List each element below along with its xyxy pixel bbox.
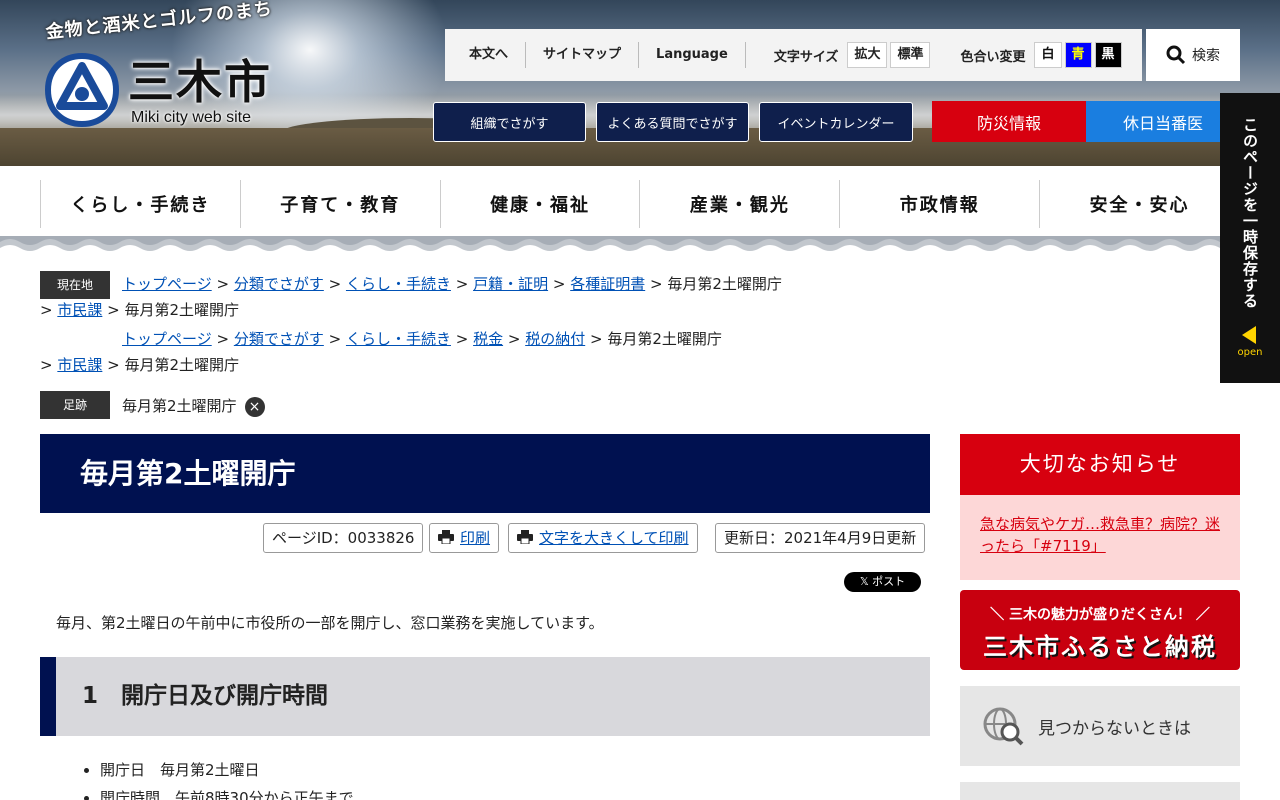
utility-bar: 本文へ サイトマップ Language 文字サイズ 拡大 標準 色合い変更 白 … (445, 29, 1142, 81)
language-link[interactable]: Language (639, 42, 746, 68)
printer-icon (438, 530, 454, 545)
x-logo-icon: 𝕏 (859, 575, 873, 588)
print-link[interactable]: 印刷 (460, 529, 490, 547)
font-size-label: 文字サイズ (773, 49, 839, 65)
furusato-sub: ＼ 三木の魅力が盛りだくさん！ ／ (990, 607, 1210, 623)
important-notice-heading: 大切なお知らせ (960, 434, 1240, 495)
color-blue-button[interactable]: 青 (1064, 42, 1092, 68)
crumb-citizens-section[interactable]: 市民課 (57, 356, 102, 374)
not-found-label: 見つからないときは (1038, 718, 1191, 739)
search-by-organization-button[interactable]: 組織でさがす (433, 102, 586, 142)
footprint-tag: 足跡 (40, 391, 110, 419)
crumb-current: 毎月第2土曜開庁 (124, 356, 240, 374)
hours-list: 開庁日 毎月第2土曜日 開庁時間 午前8時30分から正午まで (100, 756, 354, 800)
page-title: 毎月第2土曜開庁 (40, 434, 930, 513)
search-button[interactable]: 検索 (1146, 29, 1240, 81)
furusato-main: 三木市ふるさと納税 (983, 633, 1217, 661)
intro-text: 毎月、第2土曜日の午前中に市役所の一部を開庁し、窓口業務を実施しています。 (56, 614, 604, 632)
disaster-info-button[interactable]: 防災情報 (932, 101, 1086, 142)
not-found-button[interactable]: 見つからないときは (960, 686, 1240, 766)
triangle-left-icon (1242, 326, 1256, 344)
printer-icon (517, 530, 533, 545)
font-standard-button[interactable]: 標準 (890, 42, 931, 68)
post-label: ポスト (872, 575, 906, 588)
color-black-button[interactable]: 黒 (1094, 42, 1122, 68)
large-print-button[interactable]: 文字を大きくして印刷 (508, 523, 698, 553)
x-post-button[interactable]: 𝕏 ポスト (844, 572, 921, 592)
large-print-link[interactable]: 文字を大きくして印刷 (539, 529, 689, 547)
crumb-life[interactable]: くらし・手続き (346, 330, 451, 348)
crumb-certificates[interactable]: 各種証明書 (570, 275, 645, 293)
event-calendar-button[interactable]: イベントカレンダー (759, 102, 913, 142)
crumb-current: 毎月第2土曜開庁 (667, 275, 782, 293)
city-web-site-label: Miki city web site (131, 109, 252, 126)
footprint-item[interactable]: 毎月第2土曜開庁 (122, 397, 237, 415)
color-change-label: 色合い変更 (960, 49, 1026, 65)
color-white-button[interactable]: 白 (1034, 42, 1062, 68)
crumb-current: 毎月第2土曜開庁 (124, 301, 240, 319)
site-header: 金物と酒米とゴルフのまち 三木市 Miki city web site 本文へ … (0, 0, 1280, 166)
close-icon[interactable]: × (244, 396, 265, 417)
list-item: 開庁日 毎月第2土曜日 (100, 756, 354, 784)
breadcrumb-1: トップページ > 分類でさがす > くらし・手続き > 戸籍・証明 > 各種証明… (122, 275, 782, 293)
furusato-tax-banner[interactable]: ＼ 三木の魅力が盛りだくさん！ ／ 三木市ふるさと納税 (960, 590, 1240, 670)
gnav-city-administration[interactable]: 市政情報 (839, 180, 1039, 228)
section-heading: 1 開庁日及び開庁時間 (40, 657, 930, 736)
sitemap-link[interactable]: サイトマップ (526, 42, 640, 68)
gnav-safety-security[interactable]: 安全・安心 (1039, 180, 1240, 228)
crumb-tax[interactable]: 税金 (473, 330, 503, 348)
updated-date: 更新日：2021年4月9日更新 (715, 523, 926, 553)
city-emblem-icon[interactable] (42, 50, 122, 130)
crumb-category[interactable]: 分類でさがす (234, 275, 324, 293)
current-location-tag: 現在地 (40, 271, 110, 299)
open-label: open (1237, 347, 1263, 358)
crumb-family-register[interactable]: 戸籍・証明 (473, 275, 548, 293)
skip-to-content-link[interactable]: 本文へ (445, 42, 527, 68)
list-item: 開庁時間 午前8時30分から正午まで (100, 784, 354, 800)
important-notice-body: 急な病気やケガ…救急車？病院？迷ったら「#7119」 (960, 495, 1240, 580)
crumb-category[interactable]: 分類でさがす (234, 330, 324, 348)
gnav-life-procedures[interactable]: くらし・手続き (40, 180, 240, 228)
wave-divider (0, 236, 1280, 251)
global-nav: くらし・手続き 子育て・教育 健康・福祉 産業・観光 市政情報 安全・安心 (40, 180, 1240, 228)
gnav-industry-tourism[interactable]: 産業・観光 (639, 180, 839, 228)
page-id: ページID：0033826 (263, 523, 424, 553)
search-icon (1166, 45, 1186, 65)
breadcrumb-1-cont: > 市民課 > 毎月第2土曜開庁 (40, 301, 240, 319)
font-enlarge-button[interactable]: 拡大 (847, 42, 888, 68)
crumb-top[interactable]: トップページ (122, 275, 212, 293)
crumb-top[interactable]: トップページ (122, 330, 212, 348)
holiday-doctor-button[interactable]: 休日当番医 (1086, 101, 1240, 142)
save-page-label: このページを一時保存する (1241, 117, 1259, 309)
footprint: 毎月第2土曜開庁 × (122, 393, 265, 419)
breadcrumb-2: トップページ > 分類でさがす > くらし・手続き > 税金 > 税の納付 > … (122, 330, 722, 348)
crumb-tax-payment[interactable]: 税の納付 (525, 330, 585, 348)
gnav-childcare-education[interactable]: 子育て・教育 (239, 180, 440, 228)
print-button[interactable]: 印刷 (429, 523, 500, 553)
side-banner[interactable] (960, 782, 1240, 800)
globe-search-icon (983, 707, 1024, 746)
crumb-citizens-section[interactable]: 市民課 (57, 301, 102, 319)
faq-search-button[interactable]: よくある質問でさがす (596, 102, 749, 142)
city-name-logo[interactable]: 三木市 (128, 46, 272, 112)
gnav-health-welfare[interactable]: 健康・福祉 (439, 180, 640, 228)
crumb-current: 毎月第2土曜開庁 (607, 330, 722, 348)
notice-7119-link[interactable]: 急な病気やケガ…救急車？病院？迷ったら「#7119」 (980, 515, 1220, 555)
breadcrumb-2-cont: > 市民課 > 毎月第2土曜開庁 (40, 356, 240, 374)
crumb-life[interactable]: くらし・手続き (346, 275, 451, 293)
search-label: 検索 (1192, 48, 1220, 64)
